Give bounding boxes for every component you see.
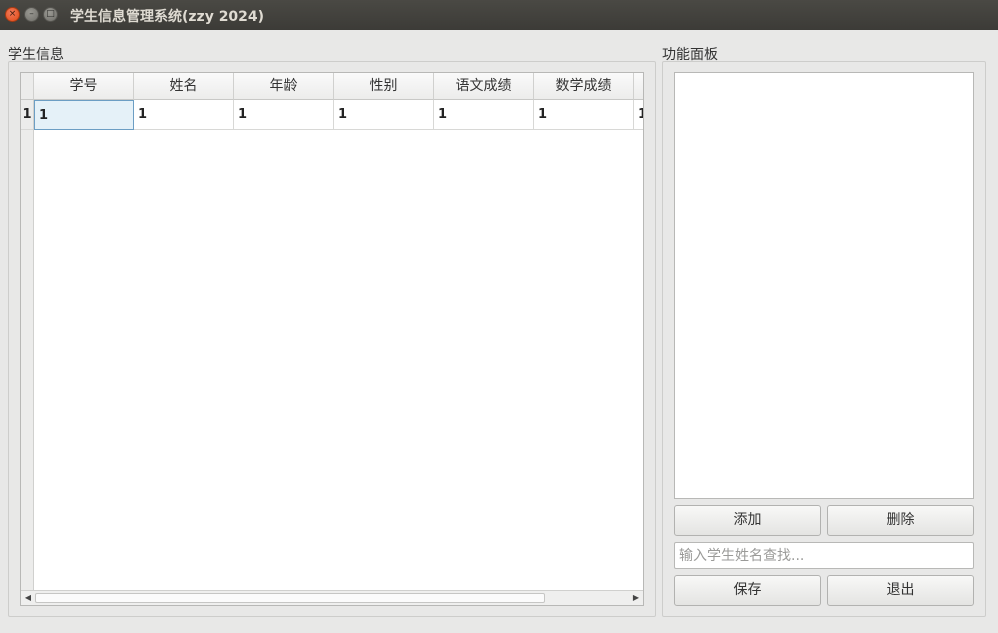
exit-button[interactable]: 退出	[827, 575, 974, 606]
table-corner-button[interactable]	[21, 73, 34, 100]
table-cell[interactable]: 1	[634, 100, 643, 130]
table-cell[interactable]: 1	[334, 100, 434, 130]
delete-button[interactable]: 删除	[827, 505, 974, 536]
window-title: 学生信息管理系统(zzy 2024)	[70, 9, 265, 25]
window-titlebar: × – □ 学生信息管理系统(zzy 2024)	[0, 0, 998, 30]
row-header-column: 1	[21, 100, 34, 590]
table-body: 1111111	[34, 100, 643, 130]
search-input[interactable]	[674, 542, 974, 569]
table-cell[interactable]: 1	[234, 100, 334, 130]
column-header[interactable]	[634, 73, 643, 100]
close-icon[interactable]: ×	[5, 7, 20, 22]
table-cell[interactable]: 1	[534, 100, 634, 130]
table-header: 学号 姓名 年龄 性别 语文成绩 数学成绩	[34, 73, 643, 100]
table-cell[interactable]: 1	[134, 100, 234, 130]
student-table[interactable]: 学号姓名年龄性别语文成绩数学成绩 1 1111111 ◀ ▶	[20, 72, 644, 606]
column-header[interactable]: 语文成绩	[434, 73, 534, 100]
minimize-icon[interactable]: –	[24, 7, 39, 22]
scroll-left-icon[interactable]: ◀	[21, 591, 35, 605]
add-button[interactable]: 添加	[674, 505, 821, 536]
column-header[interactable]: 姓名	[134, 73, 234, 100]
table-cell[interactable]: 1	[34, 100, 134, 130]
maximize-icon[interactable]: □	[43, 7, 58, 22]
column-header[interactable]: 性别	[334, 73, 434, 100]
table-cell[interactable]: 1	[434, 100, 534, 130]
horizontal-scrollbar[interactable]: ◀ ▶	[21, 590, 643, 605]
column-header[interactable]: 数学成绩	[534, 73, 634, 100]
column-header[interactable]: 学号	[34, 73, 134, 100]
function-display-area	[674, 72, 974, 499]
row-header[interactable]: 1	[21, 100, 33, 130]
scroll-right-icon[interactable]: ▶	[629, 591, 643, 605]
scrollbar-thumb[interactable]	[35, 593, 545, 603]
column-header[interactable]: 年龄	[234, 73, 334, 100]
save-button[interactable]: 保存	[674, 575, 821, 606]
